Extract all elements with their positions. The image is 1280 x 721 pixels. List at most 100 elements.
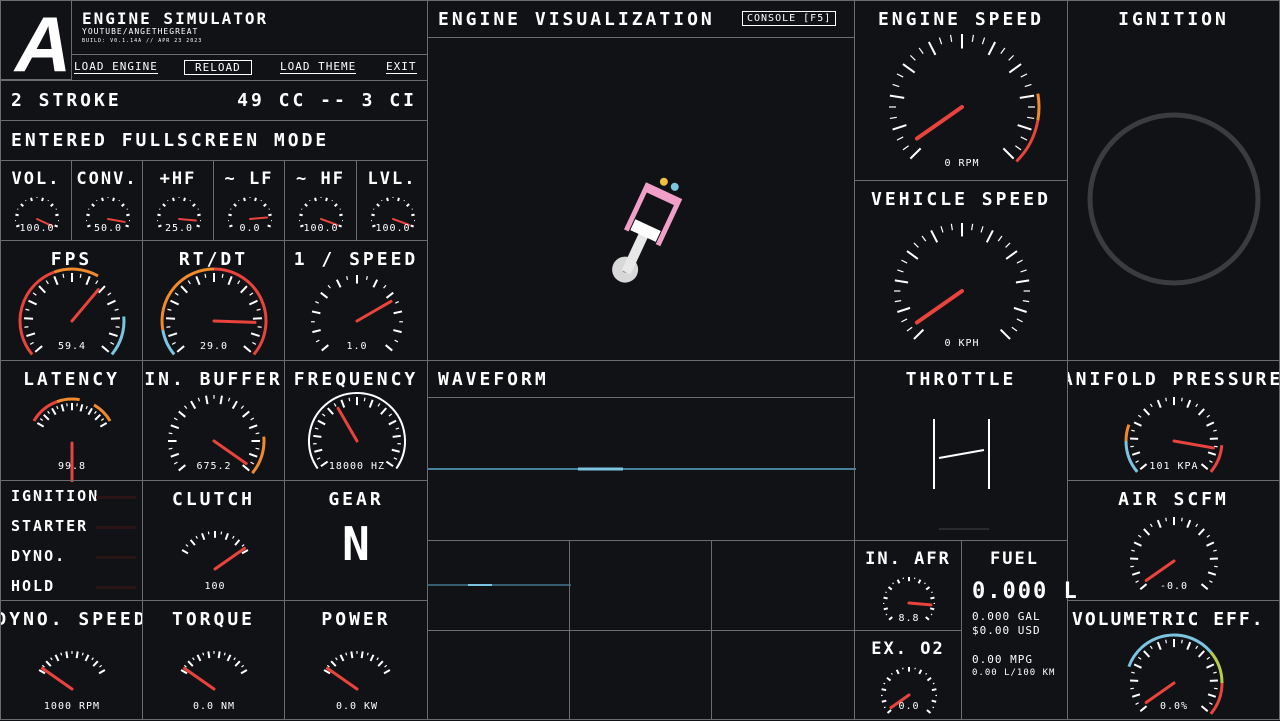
gauge-tick [1001,48,1005,54]
load-engine-link[interactable]: LOAD ENGINE [74,60,158,74]
gauge-tick [46,281,48,284]
app-header: ENGINE SIMULATOR YOUTUBE/ANGETHEGREAT BU… [71,0,428,55]
gauge-band [1129,635,1211,667]
gauge-tick [370,400,373,408]
gauge-tick [339,225,342,226]
gauge-tick [394,458,397,459]
gauge-value: 29.0 [200,341,228,352]
gauge-tick [321,462,328,467]
gauge-tick [219,651,220,658]
gauge-tick [108,293,111,295]
gauge-value: 50.0 [94,223,122,234]
gauge-value: 100.0 [19,223,54,234]
gauge-tick [322,345,329,351]
gauge-tick [193,204,195,206]
audio-knob-panel: ~ HF100.0 [284,160,357,241]
gauge-tick [387,293,394,298]
exit-link[interactable]: EXIT [386,60,417,74]
gauge-tick [312,330,320,332]
gauge-tick [255,198,256,201]
dyno-speed-gauge: 1000 RPM [1,601,143,720]
gauge-tick [1199,409,1205,415]
gauge-tick [1166,640,1167,643]
gauge-tick [88,408,92,414]
gauge-tick [341,400,344,408]
gauge-tick [206,396,207,404]
gauge-tick [897,308,910,312]
gauge-tick [102,346,109,352]
gauge-tick [1016,280,1029,282]
gauge-tick [66,651,67,658]
gauge-tick [316,340,319,342]
gauge-tick [99,670,105,673]
gauge-tick [884,598,888,599]
audio-knob-dial[interactable]: 100.0 [285,161,358,242]
gauge-tick [111,318,120,319]
gauge-tick [234,204,236,206]
gauge-tick [367,653,368,656]
engine-visualization-panel: ENGINE VISUALIZATION CONSOLE [F5] [427,0,855,361]
gauge-tick [925,583,926,584]
gauge-tick [197,225,200,226]
gauge-tick [364,398,365,401]
gauge-tick [46,661,51,666]
gauge-tick [24,318,33,319]
gauge-tick [116,327,120,328]
gauge-needle [72,290,98,321]
gauge-tick [86,215,89,216]
gauge-tick [328,408,333,414]
gauge-tick [336,658,338,660]
audio-knob-dial[interactable]: 50.0 [72,161,144,242]
latency-gauge: 99.8 [1,361,144,482]
audio-knob-dial[interactable]: 100.0 [357,161,429,242]
gauge-tick [898,580,900,584]
reload-link[interactable]: RELOAD [184,60,252,75]
vehicle-speed-panel: VEHICLE SPEED 0 KPH [854,180,1068,361]
gauge-tick [312,311,320,313]
latency-panel: LATENCY 99.8 [0,360,143,481]
gauge-tick [349,398,350,401]
gauge-needle [185,668,214,689]
gauge-tick [205,274,206,278]
scope-cell-3 [711,540,855,631]
dyno-speed-panel: DYNO. SPEED 1000 RPM [0,600,143,720]
load-theme-link[interactable]: LOAD THEME [280,60,356,74]
gauge-tick [890,117,897,118]
gauge-tick [166,318,175,319]
gauge-tick [63,274,64,278]
gauge-tick [392,450,400,452]
gauge-tick [377,204,379,206]
gauge-tick [62,404,64,411]
gauge-tick [395,302,398,304]
gauge-tick [241,670,247,673]
gauge-band [57,399,80,402]
gauge-tick [339,215,342,216]
gauge-tick [238,281,240,284]
gauge-tick [1144,409,1150,415]
gauge-tick [163,204,165,206]
engine-speed-panel: ENGINE SPEED 0 RPM [854,0,1068,181]
gauge-tick [1187,642,1190,650]
gauge-tick [208,651,209,658]
gauge-tick [377,658,379,660]
scope-cell-1 [427,540,570,631]
audio-knob-dial[interactable]: 25.0 [143,161,215,242]
gauge-tick [1015,146,1021,150]
gauge-tick [177,346,184,352]
gauge-tick [989,42,996,55]
gauge-tick [80,404,82,411]
gauge-tick [305,204,307,206]
gauge-tick [56,655,59,661]
gauge-tick [1018,125,1032,129]
gauge-tick [181,286,187,293]
hold-indicator-lamp [96,586,136,589]
indicators-panel: IGNITION STARTER DYNO. HOLD [0,480,143,601]
gauge-tick [1138,535,1141,537]
gauge-value: 18000 HZ [329,461,385,472]
gauge-tick [77,651,78,658]
gauge-tick [100,665,102,667]
gauge-tick [1131,550,1134,551]
gauge-tick [228,215,231,216]
audio-knob-dial[interactable]: 100.0 [1,161,73,242]
audio-knob-dial[interactable]: 0.0 [214,161,286,242]
